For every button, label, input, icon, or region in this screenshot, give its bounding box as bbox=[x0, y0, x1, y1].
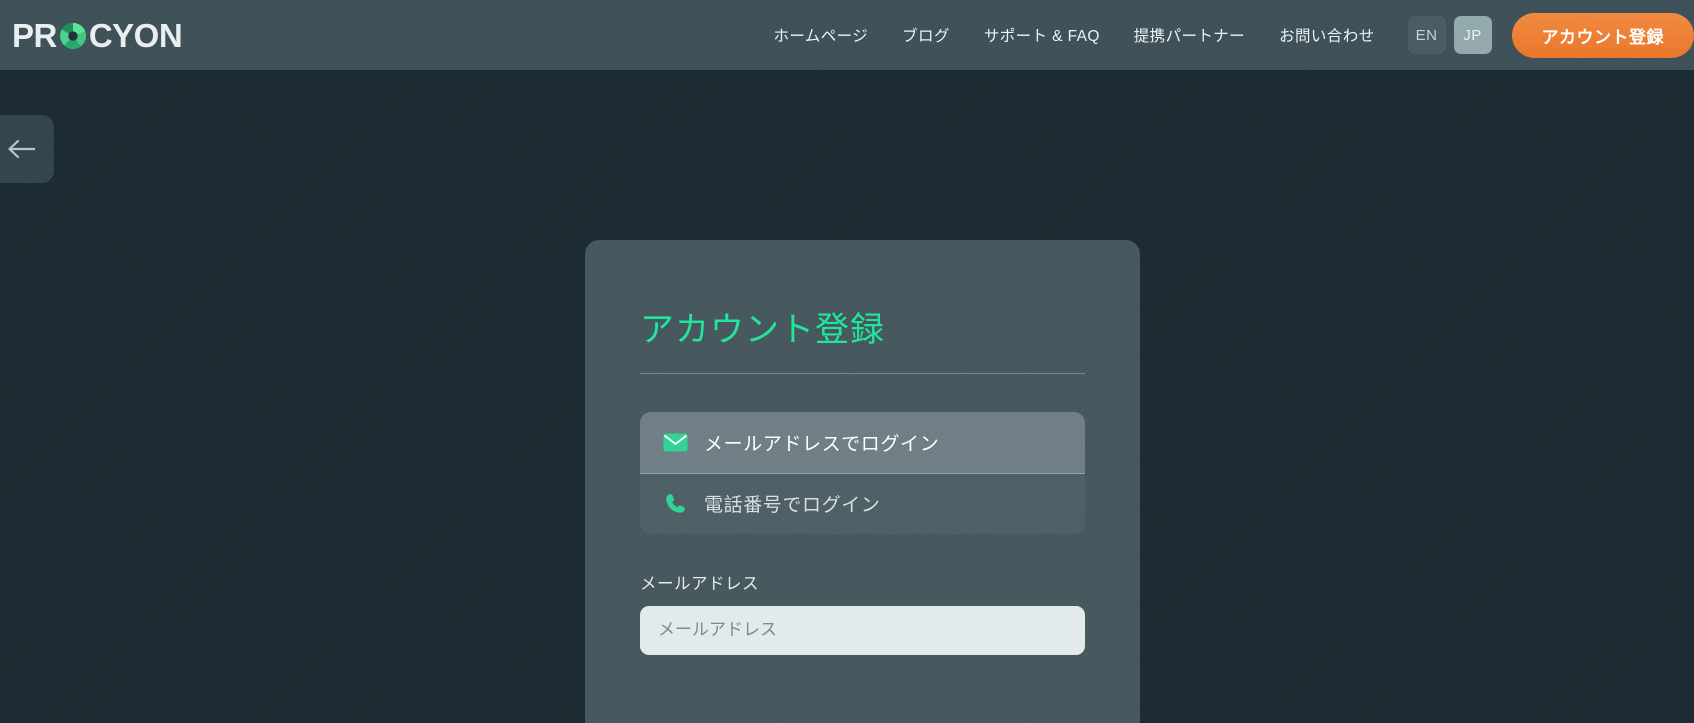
aperture-icon bbox=[58, 21, 88, 51]
nav-item-contact[interactable]: お問い合わせ bbox=[1262, 24, 1391, 46]
email-field-label: メールアドレス bbox=[640, 574, 759, 593]
page-title: アカウント登録 bbox=[640, 311, 885, 349]
tab-email-login[interactable]: メールアドレスでログイン bbox=[640, 411, 1085, 473]
arrow-left-icon bbox=[6, 138, 36, 160]
tab-email-login-label: メールアドレスでログイン bbox=[704, 433, 940, 455]
language-button-en[interactable]: EN bbox=[1407, 16, 1446, 54]
tab-phone-login[interactable]: 電話番号でログイン bbox=[640, 472, 1085, 534]
brand-logo[interactable]: PR CYON bbox=[12, 0, 183, 70]
signup-cta-button[interactable]: アカウント登録 bbox=[1511, 12, 1694, 58]
tab-phone-login-label: 電話番号でログイン bbox=[704, 495, 881, 517]
language-button-jp[interactable]: JP bbox=[1453, 16, 1492, 54]
phone-icon bbox=[662, 491, 688, 517]
brand-name-prefix: PR bbox=[12, 16, 57, 54]
envelope-icon bbox=[662, 429, 688, 455]
nav-item-homepage[interactable]: ホームページ bbox=[756, 24, 885, 46]
title-divider bbox=[640, 372, 1085, 374]
nav-item-partners[interactable]: 提携パートナー bbox=[1117, 24, 1262, 46]
nav-item-blog[interactable]: ブログ bbox=[885, 24, 967, 46]
email-field-group: メールアドレス bbox=[640, 570, 1085, 655]
back-button[interactable] bbox=[0, 115, 54, 183]
language-switcher: EN JP bbox=[1407, 16, 1492, 54]
email-input[interactable] bbox=[640, 605, 1085, 655]
brand-name-suffix: CYON bbox=[88, 16, 183, 54]
signup-card: アカウント登録 メールアドレスでログイン 電話番号でログイン メールアドレス bbox=[585, 240, 1140, 723]
login-method-tabs: メールアドレスでログイン 電話番号でログイン bbox=[640, 411, 1085, 534]
main-navigation: ホームページ ブログ サポート & FAQ 提携パートナー お問い合わせ EN … bbox=[756, 0, 1694, 70]
brand-logo-text: PR CYON bbox=[12, 16, 183, 54]
site-header: PR CYON ホームページ ブログ サポート & FAQ 提携パートナー お問… bbox=[0, 0, 1694, 70]
nav-item-support-faq[interactable]: サポート & FAQ bbox=[967, 24, 1117, 46]
